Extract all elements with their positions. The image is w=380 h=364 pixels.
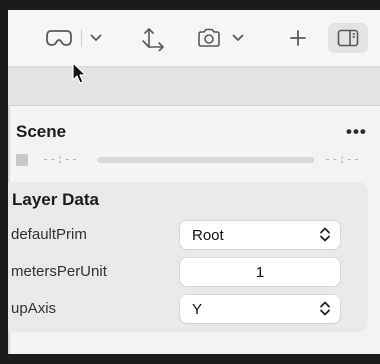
plus-icon[interactable] (287, 27, 309, 49)
up-axis-value: Y (192, 301, 203, 318)
toolbar-separator (81, 29, 82, 47)
meters-per-unit-value: 1 (255, 264, 265, 281)
toolbar (8, 10, 380, 66)
scene-title: Scene (16, 122, 67, 141)
chevron-updown-icon (319, 226, 331, 247)
app-window: Scene ••• --:-- --:-- Layer Data default… (8, 10, 380, 354)
transform-icon[interactable] (138, 24, 168, 52)
timeline-scrubber[interactable] (97, 157, 314, 163)
default-prim-select[interactable]: Root (180, 221, 340, 249)
timeline-stop-icon[interactable] (16, 154, 28, 166)
timeline-end-time: --:-- (324, 152, 361, 166)
mouse-pointer-icon (72, 62, 88, 91)
up-axis-label: upAxis (11, 300, 57, 317)
default-prim-label: defaultPrim (11, 226, 87, 243)
viewport-strip (8, 66, 380, 106)
chevron-updown-icon (319, 300, 331, 321)
up-axis-select[interactable]: Y (180, 295, 340, 323)
chevron-down-icon[interactable] (88, 30, 104, 46)
inspector-toggle-icon (337, 29, 359, 47)
meters-per-unit-field[interactable]: 1 (180, 258, 340, 286)
inspector-toggle-button[interactable] (328, 23, 368, 53)
chevron-down-icon[interactable] (230, 30, 246, 46)
camera-icon[interactable] (196, 26, 222, 50)
vr-headset-icon[interactable] (42, 26, 76, 50)
layer-data-title: Layer Data (12, 190, 99, 209)
default-prim-value: Root (192, 227, 224, 244)
timeline-current-time: --:-- (42, 152, 79, 166)
meters-per-unit-label: metersPerUnit (11, 263, 107, 280)
more-options-button[interactable]: ••• (346, 122, 367, 142)
